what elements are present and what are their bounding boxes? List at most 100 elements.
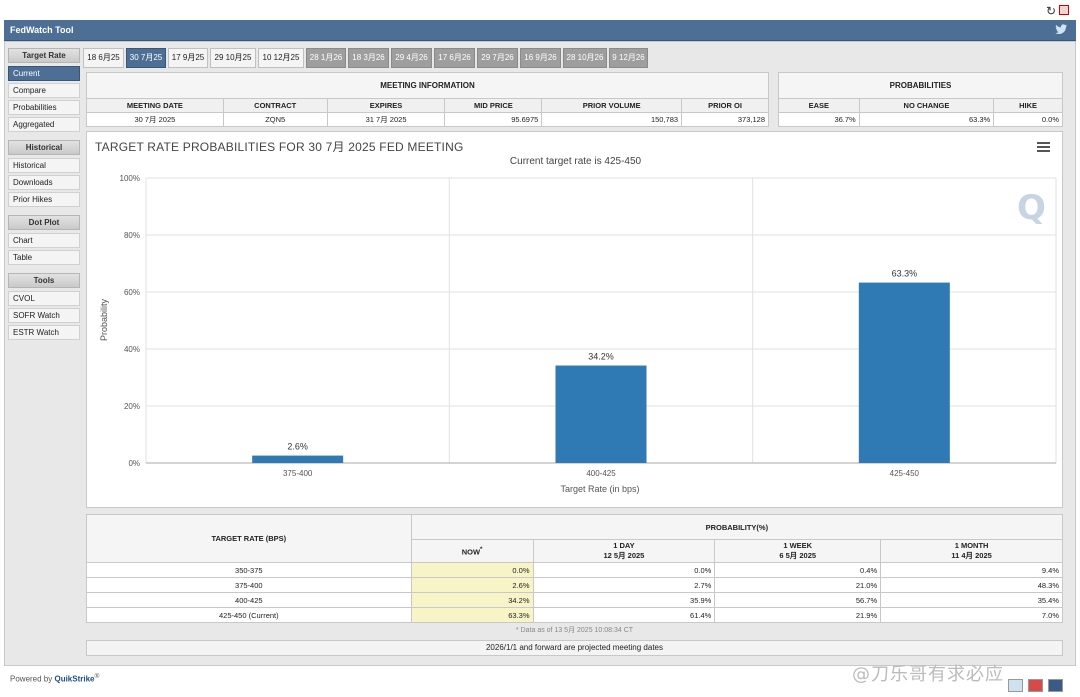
y-axis-label: Probability <box>99 298 109 341</box>
ease-value: 36.7% <box>778 112 860 127</box>
probabilities-summary-table: PROBABILITIES EASE NO CHANGE HIKE 36.7% … <box>778 72 1063 127</box>
sidebar-item-probabilities[interactable]: Probabilities <box>8 100 80 115</box>
bar-chart: 0% 20% 40% 60% 80% 100% 2.6% 375-400 34.2% 400-42… <box>99 174 1057 494</box>
one-day-date: 12 5月 2025 <box>603 551 645 560</box>
window-controls-strip: ↻ <box>0 0 1080 20</box>
sidebar-header-dot-plot: Dot Plot <box>8 215 80 230</box>
sidebar-header-target-rate: Target Rate <box>8 48 80 63</box>
powered-by: Powered by QuikStrike® <box>10 673 99 684</box>
bar-data-label: 2.6% <box>287 442 308 452</box>
one-month-label: 1 MONTH <box>954 541 989 550</box>
tab-meeting[interactable]: 30 7月25 <box>126 48 166 68</box>
bar-data-label: 34.2% <box>588 352 614 362</box>
watermark-text: @刀乐哥有求必应 <box>852 664 1004 685</box>
refresh-icon[interactable]: ↻ <box>1046 4 1056 18</box>
y-tick-label: 0% <box>128 459 140 468</box>
tab-meeting[interactable]: 17 9月25 <box>168 48 208 68</box>
one-month-cell: 48.3% <box>880 577 1063 593</box>
twitter-icon[interactable] <box>1054 22 1068 36</box>
probability-chart-panel: TARGET RATE PROBABILITIES FOR 30 7月 2025… <box>86 131 1063 508</box>
partner-logo-icon <box>1008 679 1023 692</box>
probabilities-header: PROBABILITIES <box>778 72 1063 99</box>
one-week-cell: 21.9% <box>714 607 882 623</box>
now-cell: 0.0% <box>410 562 534 578</box>
tab-meeting[interactable]: 29 10月25 <box>210 48 256 68</box>
x-axis-label: Target Rate (in bps) <box>560 484 639 494</box>
sidebar-item-sofr-watch[interactable]: SOFR Watch <box>8 308 80 323</box>
bar <box>858 282 950 463</box>
y-tick-label: 20% <box>124 402 140 411</box>
one-week-cell: 56.7% <box>714 592 882 608</box>
one-week-label: 1 WEEK <box>783 541 813 550</box>
x-tick-label: 400-425 <box>586 469 616 478</box>
column-header: CONTRACT <box>222 98 328 113</box>
one-day-cell: 2.7% <box>532 577 716 593</box>
expires-value: 31 7月 2025 <box>326 112 446 127</box>
rate-cell: 400-425 <box>86 592 412 608</box>
footer-logos <box>1005 679 1064 692</box>
partner-logo-icon <box>1048 679 1064 692</box>
one-day-cell: 0.0% <box>532 562 716 578</box>
prior-volume-value: 150,783 <box>541 112 683 127</box>
probability-group-header: PROBABILITY(%) <box>410 514 1064 540</box>
sidebar-item-table[interactable]: Table <box>8 250 80 265</box>
one-week-column-header: 1 WEEK 6 5月 2025 <box>714 539 882 563</box>
tab-meeting[interactable]: 28 1月26 <box>306 48 346 68</box>
now-cell: 2.6% <box>410 577 534 593</box>
tab-meeting[interactable]: 9 12月26 <box>609 48 648 68</box>
tab-meeting[interactable]: 10 12月25 <box>258 48 304 68</box>
data-timestamp-footnote: * Data as of 13 5月 2025 10:08:34 CT <box>515 627 634 634</box>
sidebar-item-estr-watch[interactable]: ESTR Watch <box>8 325 80 340</box>
tab-meeting[interactable]: 29 4月26 <box>391 48 432 68</box>
tab-meeting[interactable]: 18 3月26 <box>348 48 389 68</box>
mid-price-value: 95.6975 <box>444 112 543 127</box>
hike-value: 0.0% <box>993 112 1063 127</box>
sidebar-item-current[interactable]: Current <box>8 66 80 81</box>
column-header: EXPIRES <box>326 98 446 113</box>
one-month-column-header: 1 MONTH 11 4月 2025 <box>880 539 1063 563</box>
one-month-date: 11 4月 2025 <box>951 551 992 560</box>
target-rate-column-header: TARGET RATE (BPS) <box>86 514 412 563</box>
column-header: PRIOR OI <box>681 98 769 113</box>
sidebar-item-historical[interactable]: Historical <box>8 158 80 173</box>
one-day-label: 1 DAY <box>613 541 635 550</box>
sidebar-item-aggregated[interactable]: Aggregated <box>8 117 80 132</box>
prior-oi-value: 373,128 <box>681 112 769 127</box>
y-tick-label: 100% <box>120 174 140 183</box>
sidebar-item-compare[interactable]: Compare <box>8 83 80 98</box>
one-week-cell: 0.4% <box>714 562 882 578</box>
column-header: MID PRICE <box>444 98 543 113</box>
quikstrike-link[interactable]: QuikStrike <box>54 675 94 684</box>
now-column-header: NOW* <box>410 539 534 563</box>
x-tick-label: 425-450 <box>890 469 920 478</box>
powered-by-prefix: Powered by <box>10 674 55 684</box>
one-week-date: 6 5月 2025 <box>779 551 817 560</box>
tab-meeting[interactable]: 17 6月26 <box>434 48 475 68</box>
sidebar-item-downloads[interactable]: Downloads <box>8 175 80 190</box>
app-title: FedWatch Tool <box>10 25 74 35</box>
tab-meeting[interactable]: 16 9月26 <box>520 48 561 68</box>
tab-meeting[interactable]: 18 6月25 <box>83 48 124 68</box>
no-change-value: 63.3% <box>858 112 995 127</box>
y-tick-label: 80% <box>124 231 140 240</box>
sidebar-item-chart[interactable]: Chart <box>8 233 80 248</box>
column-header: PRIOR VOLUME <box>541 98 683 113</box>
sidebar-header-tools: Tools <box>8 273 80 288</box>
one-day-cell: 35.9% <box>532 592 716 608</box>
y-tick-label: 60% <box>124 288 140 297</box>
bar-data-label: 63.3% <box>892 269 918 279</box>
one-day-column-header: 1 DAY 12 5月 2025 <box>532 539 716 563</box>
tab-meeting[interactable]: 28 10月26 <box>563 48 607 68</box>
one-week-cell: 21.0% <box>714 577 882 593</box>
one-month-cell: 7.0% <box>880 607 1063 623</box>
tab-meeting[interactable]: 29 7月26 <box>477 48 518 68</box>
table-row: 400-425 34.2% 35.9% 56.7% 35.4% <box>86 592 1063 608</box>
table-row: 375-400 2.6% 2.7% 21.0% 48.3% <box>86 577 1063 593</box>
probability-history-table: TARGET RATE (BPS) PROBABILITY(%) NOW* 1 … <box>86 514 1064 623</box>
table-row: 425-450 (Current) 63.3% 61.4% 21.9% 7.0% <box>86 607 1063 623</box>
sidebar-item-cvol[interactable]: CVOL <box>8 291 80 306</box>
x-tick-label: 375-400 <box>283 469 313 478</box>
sidebar-item-prior-hikes[interactable]: Prior Hikes <box>8 192 80 207</box>
close-icon[interactable] <box>1059 5 1069 15</box>
partner-logo-icon <box>1028 679 1044 692</box>
